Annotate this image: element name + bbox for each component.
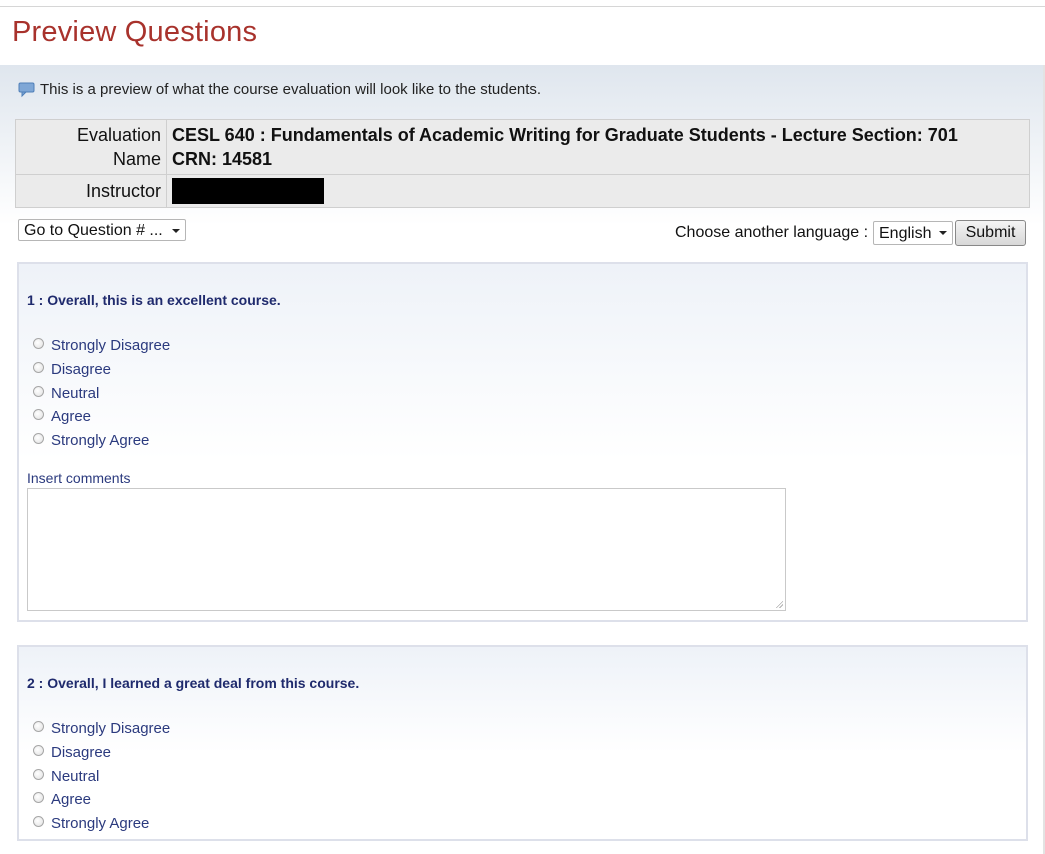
page-header: Preview Questions bbox=[0, 7, 1045, 65]
main-content: This is a preview of what the course eva… bbox=[0, 65, 1045, 854]
comments-textarea[interactable] bbox=[27, 488, 786, 611]
evaluation-name-value: CESL 640 : Fundamentals of Academic Writ… bbox=[166, 119, 1030, 175]
option-label: Agree bbox=[51, 408, 92, 426]
option-label: Disagree bbox=[51, 361, 112, 379]
option-neutral[interactable]: Neutral bbox=[33, 764, 170, 788]
radio-button[interactable] bbox=[33, 409, 44, 421]
preview-notice: This is a preview of what the course eva… bbox=[18, 81, 541, 98]
radio-button[interactable] bbox=[33, 768, 44, 780]
instructor-value bbox=[166, 173, 1030, 209]
option-label: Strongly Disagree bbox=[51, 337, 171, 355]
option-disagree[interactable]: Disagree bbox=[33, 741, 170, 765]
redacted-instructor-name bbox=[172, 178, 324, 205]
option-agree[interactable]: Agree bbox=[33, 788, 170, 812]
option-strongly-disagree[interactable]: Strongly Disagree bbox=[33, 717, 170, 741]
option-label: Neutral bbox=[51, 767, 100, 785]
radio-button[interactable] bbox=[33, 338, 44, 350]
page-title: Preview Questions bbox=[12, 16, 258, 48]
option-agree[interactable]: Agree bbox=[33, 405, 170, 429]
question-1-panel: 1 : Overall, this is an excellent course… bbox=[17, 262, 1028, 622]
evaluation-label-line1: Evaluation bbox=[76, 125, 161, 145]
option-label: Strongly Agree bbox=[51, 432, 150, 450]
notice-text: This is a preview of what the course eva… bbox=[40, 81, 542, 98]
option-strongly-disagree[interactable]: Strongly Disagree bbox=[33, 334, 170, 358]
radio-button[interactable] bbox=[33, 721, 44, 733]
radio-button[interactable] bbox=[33, 433, 44, 445]
instructor-label: Instructor bbox=[15, 173, 167, 209]
language-label: Choose another language : bbox=[675, 224, 869, 241]
radio-button[interactable] bbox=[33, 792, 44, 804]
evaluation-info-table: Evaluation Name CESL 640 : Fundamentals … bbox=[15, 119, 1030, 209]
evaluation-crn: CRN: 14581 bbox=[172, 149, 273, 169]
option-label: Disagree bbox=[51, 744, 112, 762]
radio-button[interactable] bbox=[33, 816, 44, 828]
speech-bubble-icon bbox=[18, 82, 36, 98]
question-2-options: Strongly Disagree Disagree Neutral Agree… bbox=[33, 717, 170, 835]
question-1-title: 1 : Overall, this is an excellent course… bbox=[27, 292, 281, 308]
option-label: Strongly Disagree bbox=[51, 720, 171, 738]
option-label: Neutral bbox=[51, 384, 100, 402]
language-select[interactable]: English bbox=[873, 221, 953, 245]
option-strongly-agree[interactable]: Strongly Agree bbox=[33, 812, 170, 836]
option-neutral[interactable]: Neutral bbox=[33, 381, 170, 405]
option-disagree[interactable]: Disagree bbox=[33, 358, 170, 382]
evaluation-name-row: Evaluation Name CESL 640 : Fundamentals … bbox=[15, 119, 1030, 175]
option-label: Agree bbox=[51, 791, 92, 809]
evaluation-label-line2: Name bbox=[112, 149, 161, 169]
question-1-options: Strongly Disagree Disagree Neutral Agree… bbox=[33, 334, 170, 452]
go-to-question-select[interactable]: Go to Question # ... bbox=[18, 219, 186, 241]
chevron-down-icon bbox=[172, 229, 180, 233]
radio-button[interactable] bbox=[33, 745, 44, 757]
comments-label: Insert comments bbox=[27, 470, 131, 486]
option-label: Strongly Agree bbox=[51, 815, 150, 833]
evaluation-name-label: Evaluation Name bbox=[15, 119, 167, 175]
submit-button[interactable]: Submit bbox=[955, 220, 1026, 246]
instructor-row: Instructor bbox=[15, 173, 1030, 209]
chevron-down-icon bbox=[939, 231, 947, 235]
resize-grip-icon[interactable] bbox=[775, 600, 783, 608]
option-strongly-agree[interactable]: Strongly Agree bbox=[33, 429, 170, 453]
language-value: English bbox=[879, 225, 932, 242]
question-2-title: 2 : Overall, I learned a great deal from… bbox=[27, 675, 360, 691]
go-to-question-value: Go to Question # ... bbox=[24, 222, 163, 239]
radio-button[interactable] bbox=[33, 362, 44, 374]
evaluation-course-name: CESL 640 : Fundamentals of Academic Writ… bbox=[172, 125, 958, 145]
question-2-panel: 2 : Overall, I learned a great deal from… bbox=[17, 645, 1028, 841]
radio-button[interactable] bbox=[33, 385, 44, 397]
